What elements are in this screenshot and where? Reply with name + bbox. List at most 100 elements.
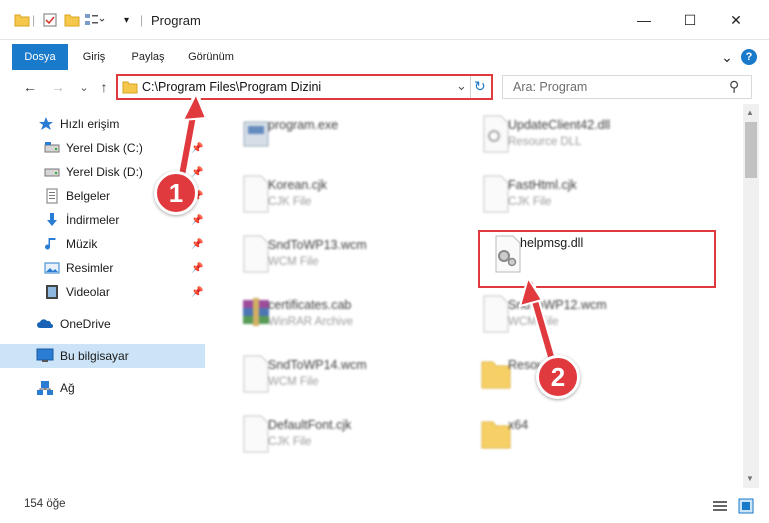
help-button[interactable]: ? xyxy=(740,44,758,70)
downloads-icon xyxy=(47,213,57,226)
file-list: program.exe UpdateClient42.dll Resource … xyxy=(210,104,743,488)
computer-icon xyxy=(36,348,54,362)
navigation-pane: Hızlı erişim Yerel Disk (C:) 📌 Yerel Dis… xyxy=(0,108,210,488)
address-row: ← → ⌄ ↑ C:\Program Files\Program Dizini … xyxy=(0,70,769,104)
file-item[interactable]: program.exe xyxy=(220,110,460,166)
file-name: SndToWP12.wcm xyxy=(508,298,607,312)
scroll-down-icon[interactable]: ▼ xyxy=(746,474,754,483)
sidebar-item-videos[interactable]: Videolar 📌 xyxy=(0,280,205,304)
documents-icon xyxy=(46,188,58,204)
address-dropdown-icon[interactable]: ⌄ xyxy=(456,78,467,94)
videos-icon xyxy=(46,285,58,299)
sidebar-item-network[interactable]: Ağ xyxy=(0,376,205,400)
sidebar-item-label: Yerel Disk (C:) xyxy=(66,141,143,155)
address-bar[interactable]: C:\Program Files\Program Dizini ⌄ ↻ xyxy=(116,74,493,100)
search-placeholder: Ara: Program xyxy=(513,80,588,94)
title-bar: | ▾ | Program — ☐ ✕ xyxy=(0,0,769,40)
pin-icon[interactable]: 📌 xyxy=(191,167,203,178)
folder-icon xyxy=(122,81,138,94)
file-item[interactable]: DefaultFont.cjk CJK File xyxy=(220,410,460,466)
expand-ribbon-icon[interactable]: ⌄ xyxy=(718,44,736,70)
search-input[interactable]: Ara: Program ⚲ xyxy=(502,75,752,99)
new-folder-icon[interactable] xyxy=(64,10,80,30)
sidebar-item-label: Yerel Disk (D:) xyxy=(66,165,143,179)
details-view-icon[interactable] xyxy=(712,499,728,513)
sidebar-item-label: Ağ xyxy=(60,381,75,395)
file-name: DefaultFont.cjk xyxy=(268,418,352,432)
close-button[interactable]: ✕ xyxy=(713,0,759,40)
ribbon-tabs: Dosya Giriş Paylaş Görünüm ⌄ ? xyxy=(0,44,769,70)
window-title: Program xyxy=(151,13,201,28)
tab-view[interactable]: Görünüm xyxy=(180,44,242,70)
file-item[interactable]: FastHtml.cjk CJK File xyxy=(460,170,700,226)
file-type: CJK File xyxy=(268,196,312,208)
properties-icon[interactable] xyxy=(42,10,58,30)
help-icon: ? xyxy=(741,49,757,65)
maximize-button[interactable]: ☐ xyxy=(667,0,713,40)
separator xyxy=(470,76,471,98)
address-path: C:\Program Files\Program Dizini xyxy=(142,80,322,94)
sidebar-item-label: Müzik xyxy=(66,237,98,251)
pictures-icon xyxy=(44,262,60,274)
item-count: 154 öğe xyxy=(24,498,66,510)
file-type: Resource DLL xyxy=(508,136,582,148)
file-type: CJK File xyxy=(268,436,312,448)
scroll-up-icon[interactable]: ▲ xyxy=(746,108,754,117)
file-name: program.exe xyxy=(268,118,339,132)
folder-icon xyxy=(14,10,30,30)
tab-home[interactable]: Giriş xyxy=(76,44,112,70)
drive-icon xyxy=(44,168,60,177)
forward-button[interactable]: → xyxy=(48,78,68,96)
file-type: WCM File xyxy=(268,376,319,388)
sidebar-item-label: Resimler xyxy=(66,261,114,275)
sidebar-item-music[interactable]: Müzik 📌 xyxy=(0,232,205,256)
pin-icon[interactable]: 📌 xyxy=(191,239,203,250)
file-item[interactable]: Korean.cjk CJK File xyxy=(220,170,460,226)
sidebar-item-label: Bu bilgisayar xyxy=(60,349,129,363)
network-icon xyxy=(37,381,53,395)
step-2-badge: 2 xyxy=(536,355,580,399)
customize-toolbar-icon[interactable]: ▾ xyxy=(124,10,129,30)
file-item[interactable]: SndToWP14.wcm WCM File xyxy=(220,350,460,406)
file-type: WCM File xyxy=(268,256,319,268)
tab-file[interactable]: Dosya xyxy=(12,44,68,70)
star-icon xyxy=(39,117,53,130)
tab-share[interactable]: Paylaş xyxy=(124,44,172,70)
file-item[interactable]: SndToWP13.wcm WCM File xyxy=(220,230,460,286)
pin-icon[interactable]: 📌 xyxy=(191,287,203,298)
sidebar-item-label: OneDrive xyxy=(60,317,111,331)
file-item[interactable]: x64 xyxy=(460,410,700,466)
sidebar-item-label: Belgeler xyxy=(66,189,111,203)
sidebar-item-quick-access[interactable]: Hızlı erişim xyxy=(0,112,205,136)
highlight-box xyxy=(478,230,716,288)
separator: | xyxy=(140,13,144,27)
file-item[interactable]: certificates.cab WinRAR Archive xyxy=(220,290,460,346)
search-icon[interactable]: ⚲ xyxy=(729,78,739,95)
file-item[interactable]: Resource xyxy=(460,350,700,406)
file-name: SndToWP14.wcm xyxy=(268,358,367,372)
sidebar-item-disk-c[interactable]: Yerel Disk (C:) 📌 xyxy=(0,136,205,160)
up-button[interactable]: ↑ xyxy=(94,78,114,96)
sidebar-item-onedrive[interactable]: OneDrive xyxy=(0,312,205,336)
recent-locations-button[interactable]: ⌄ xyxy=(74,78,94,96)
view-options-icon[interactable] xyxy=(84,10,106,30)
back-button[interactable]: ← xyxy=(20,78,40,96)
status-bar: 154 öğe xyxy=(0,490,769,523)
refresh-icon[interactable]: ↻ xyxy=(474,78,486,95)
sidebar-item-pictures[interactable]: Resimler 📌 xyxy=(0,256,205,280)
cloud-icon xyxy=(37,319,53,328)
file-type: WCM File xyxy=(508,316,559,328)
sidebar-item-this-pc[interactable]: Bu bilgisayar xyxy=(0,344,205,368)
file-name: UpdateClient42.dll xyxy=(508,118,611,132)
file-item[interactable]: UpdateClient42.dll Resource DLL xyxy=(460,110,700,166)
pin-icon[interactable]: 📌 xyxy=(191,143,203,154)
pin-icon[interactable]: 📌 xyxy=(191,263,203,274)
pin-icon[interactable]: 📌 xyxy=(191,215,203,226)
sidebar-item-label: Hızlı erişim xyxy=(60,117,120,131)
scrollbar-thumb[interactable] xyxy=(745,122,757,178)
file-item[interactable]: SndToWP12.wcm WCM File xyxy=(460,290,700,346)
minimize-button[interactable]: — xyxy=(621,0,667,40)
vertical-scrollbar[interactable]: ▲ ▼ xyxy=(743,104,759,488)
large-icons-view-icon[interactable] xyxy=(738,498,754,514)
file-name: x64 xyxy=(508,418,529,432)
